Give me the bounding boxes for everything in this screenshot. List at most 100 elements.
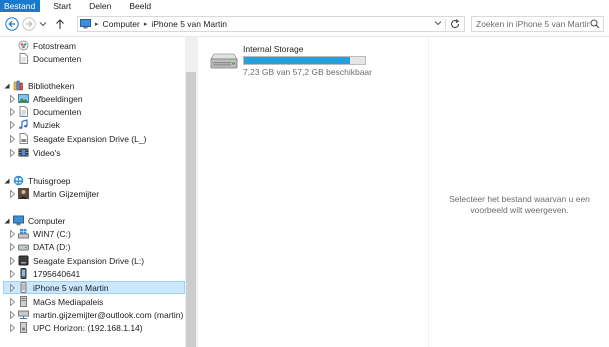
back-arrow-icon bbox=[5, 17, 19, 31]
collapsed-arrow-icon[interactable] bbox=[8, 107, 16, 117]
nav-item-seagate-l[interactable]: Seagate Expansion Drive (L:) bbox=[8, 254, 144, 267]
nav-item-label: Bibliotheken bbox=[28, 80, 75, 91]
forward-button[interactable] bbox=[22, 17, 36, 31]
nav-item-computer[interactable]: Computer bbox=[3, 214, 65, 227]
nav-item-label: DATA (D:) bbox=[33, 241, 71, 252]
recent-locations-button[interactable] bbox=[38, 17, 48, 31]
nav-item-label: MaGs Mediapaleis bbox=[33, 296, 104, 307]
nav-item-label: Seagate Expansion Drive (L_) bbox=[33, 133, 147, 144]
up-button[interactable] bbox=[53, 17, 67, 31]
nav-item-onedrive-martin[interactable]: martin.gijzemijter@outlook.com (martin) bbox=[8, 308, 183, 321]
nav-item-seagate-library[interactable]: Seagate Expansion Drive (L_) bbox=[8, 132, 146, 145]
nav-item-label: Video's bbox=[33, 147, 61, 158]
videos-icon bbox=[18, 147, 29, 158]
navigation-pane[interactable]: Fotostream Documenten Bibliotheken Afbee… bbox=[0, 37, 197, 347]
collapsed-arrow-icon[interactable] bbox=[8, 297, 16, 307]
nav-item-afbeeldingen[interactable]: Afbeeldingen bbox=[8, 92, 83, 105]
external-drive-icon bbox=[18, 255, 29, 266]
chevron-down-icon bbox=[39, 22, 47, 27]
collapsed-arrow-icon[interactable] bbox=[8, 94, 16, 104]
collapsed-arrow-icon[interactable] bbox=[8, 323, 16, 333]
collapsed-arrow-icon[interactable] bbox=[8, 148, 16, 158]
nav-item-muziek[interactable]: Muziek bbox=[8, 118, 60, 131]
nav-item-label: Fotostream bbox=[33, 40, 76, 51]
nav-item-label: Martin Gijzemijter bbox=[33, 188, 100, 199]
nav-item-fotostream[interactable]: Fotostream bbox=[8, 39, 76, 52]
search-icon[interactable] bbox=[590, 19, 600, 29]
back-button[interactable] bbox=[5, 17, 19, 31]
nav-item-bibliotheken[interactable]: Bibliotheken bbox=[3, 79, 74, 92]
chevron-down-icon[interactable] bbox=[434, 20, 442, 26]
media-server-icon bbox=[18, 296, 29, 307]
collapsed-arrow-icon[interactable] bbox=[8, 283, 16, 293]
address-divider bbox=[445, 19, 446, 29]
drive-free-space: 7,23 GB van 57,2 GB beschikbaar bbox=[243, 67, 372, 77]
nav-item-label: Afbeeldingen bbox=[33, 93, 83, 104]
tab-bestand[interactable]: Bestand bbox=[0, 0, 41, 12]
documents-library-icon bbox=[18, 106, 29, 117]
photostream-icon bbox=[18, 40, 29, 51]
refresh-icon[interactable] bbox=[449, 18, 461, 30]
breadcrumb-iphone[interactable]: iPhone 5 van Martin bbox=[151, 19, 227, 29]
nav-item-label: WIN7 (C:) bbox=[33, 228, 71, 239]
expanded-arrow-icon[interactable] bbox=[3, 176, 11, 186]
arrow-up-icon bbox=[56, 19, 64, 29]
nav-item-videos[interactable]: Video's bbox=[8, 146, 60, 159]
collapsed-arrow-icon[interactable] bbox=[8, 189, 16, 199]
preview-pane: Selecteer het bestand waarvan u een voor… bbox=[428, 37, 609, 347]
expanded-arrow-icon[interactable] bbox=[3, 81, 11, 91]
nav-item-label: Documenten bbox=[33, 53, 82, 64]
breadcrumb-separator[interactable]: ▸ bbox=[95, 20, 99, 28]
search-box[interactable] bbox=[471, 16, 604, 32]
libraries-icon bbox=[13, 80, 24, 91]
tab-start[interactable]: Start bbox=[40, 0, 71, 12]
tab-beeld[interactable]: Beeld bbox=[129, 0, 151, 12]
nav-item-label: 1795640641 bbox=[33, 268, 81, 279]
collapsed-arrow-icon[interactable] bbox=[8, 242, 16, 252]
nav-scrollbar-thumb[interactable] bbox=[186, 72, 196, 347]
network-drive-icon bbox=[18, 309, 29, 320]
expanded-arrow-icon[interactable] bbox=[3, 216, 11, 226]
nav-item-label: UPC Horizon: (192.168.1.14) bbox=[33, 322, 143, 333]
collapsed-arrow-icon[interactable] bbox=[8, 310, 16, 320]
homegroup-icon bbox=[13, 175, 24, 186]
collapsed-arrow-icon[interactable] bbox=[8, 120, 16, 130]
nav-item-iphone-5[interactable]: iPhone 5 van Martin bbox=[3, 281, 185, 294]
nav-item-label: Documenten bbox=[33, 106, 82, 117]
nav-item-mags-mediapaleis[interactable]: MaGs Mediapaleis bbox=[8, 295, 103, 308]
hard-drive-icon bbox=[18, 241, 29, 252]
collapsed-arrow-icon[interactable] bbox=[8, 134, 16, 144]
nav-item-documenten[interactable]: Documenten bbox=[8, 52, 81, 65]
computer-icon bbox=[13, 215, 24, 226]
nav-item-label: Seagate Expansion Drive (L:) bbox=[33, 255, 145, 266]
windows-drive-icon bbox=[18, 228, 29, 239]
storage-drive-icon bbox=[210, 53, 238, 69]
computer-icon bbox=[80, 19, 91, 29]
document-icon bbox=[18, 53, 29, 64]
nav-item-data-d[interactable]: DATA (D:) bbox=[8, 240, 70, 253]
nav-item-win7-c[interactable]: WIN7 (C:) bbox=[8, 227, 71, 240]
preview-message: Selecteer het bestand waarvan u een voor… bbox=[449, 194, 590, 215]
breadcrumb-computer[interactable]: Computer bbox=[103, 19, 140, 29]
collapsed-arrow-icon[interactable] bbox=[8, 256, 16, 266]
collapsed-arrow-icon[interactable] bbox=[8, 229, 16, 239]
nav-item-upc-horizon[interactable]: UPC Horizon: (192.168.1.14) bbox=[8, 321, 143, 334]
tab-delen[interactable]: Delen bbox=[89, 0, 111, 12]
pictures-icon bbox=[18, 93, 29, 104]
address-bar[interactable]: ▸ Computer ▸ iPhone 5 van Martin bbox=[77, 16, 465, 32]
nav-item-1795640641[interactable]: 1795640641 bbox=[8, 267, 80, 280]
search-input[interactable] bbox=[472, 17, 590, 31]
nav-item-thuisgroep[interactable]: Thuisgroep bbox=[3, 174, 71, 187]
drive-library-icon bbox=[18, 133, 29, 144]
nav-item-label: iPhone 5 van Martin bbox=[33, 282, 109, 293]
nav-item-martin-gijzemijter[interactable]: Martin Gijzemijter bbox=[8, 187, 99, 200]
user-photo-icon bbox=[18, 188, 29, 199]
collapsed-arrow-icon[interactable] bbox=[8, 269, 16, 279]
breadcrumb-separator[interactable]: ▸ bbox=[144, 20, 148, 28]
nav-item-documenten-library[interactable]: Documenten bbox=[8, 105, 81, 118]
nav-item-label: Muziek bbox=[33, 119, 60, 130]
navigation-bar: ▸ Computer ▸ iPhone 5 van Martin bbox=[0, 12, 609, 37]
nav-item-label: Computer bbox=[28, 215, 66, 226]
content-area[interactable]: Internal Storage 7,23 GB van 57,2 GB bes… bbox=[198, 37, 428, 347]
internal-storage-item[interactable]: Internal Storage 7,23 GB van 57,2 GB bes… bbox=[208, 43, 408, 79]
